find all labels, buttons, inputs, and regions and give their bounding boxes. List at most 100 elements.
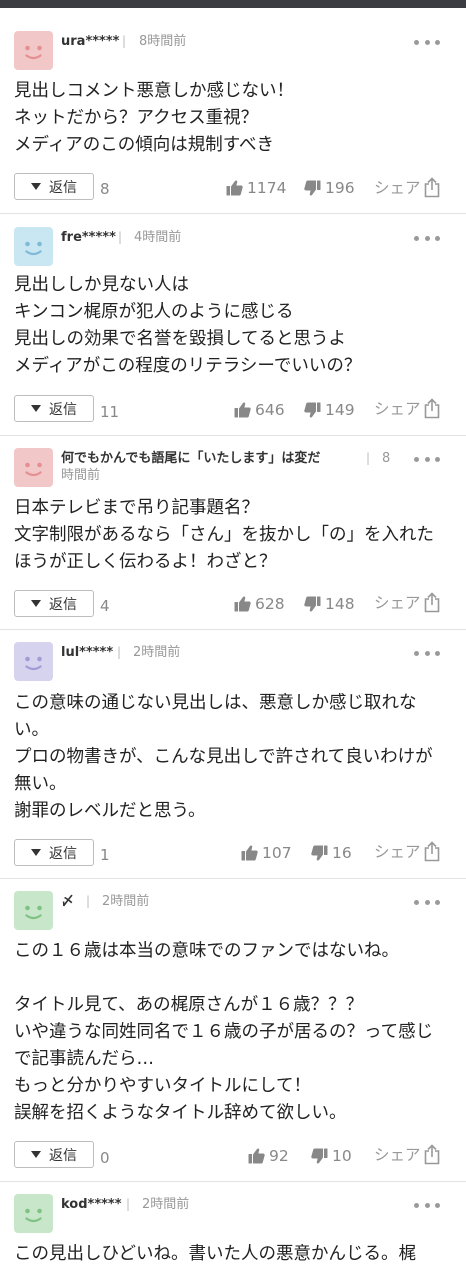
dislike-count: 16	[332, 844, 352, 862]
thumbs-up-icon	[241, 845, 258, 861]
share-label: シェア	[374, 593, 421, 612]
like-button[interactable]: 646	[234, 400, 285, 420]
more-options-icon[interactable]	[414, 896, 440, 908]
comment-time-part: 時間前	[61, 468, 101, 483]
comment-text: この意味の通じない見出しは、悪意しか感じ取れない。 プロの物書きが、こんな見出し…	[14, 693, 433, 821]
reply-count: 11	[100, 403, 120, 421]
thumbs-up-icon	[248, 1148, 265, 1164]
comment-item: fre***** | 4時間前 見出ししか見ない人は キンコン梶原が犯人のように…	[0, 214, 466, 436]
like-button[interactable]: 628	[234, 594, 285, 614]
share-icon	[424, 1144, 439, 1165]
comment-time: 4時間前	[134, 230, 182, 245]
share-label: シェア	[374, 178, 421, 197]
reply-button[interactable]: 返信	[14, 173, 94, 200]
reply-count: 1	[100, 846, 110, 864]
thumbs-down-icon	[304, 596, 321, 612]
separator: |	[117, 645, 122, 659]
comment-text: 見出しコメント悪意しか感じない！ ネットだから？アクセス重視？ メディアのこの傾…	[14, 81, 294, 155]
avatar[interactable]	[14, 642, 53, 681]
more-options-icon[interactable]	[414, 453, 440, 465]
share-button[interactable]: シェア	[374, 398, 441, 419]
avatar[interactable]	[14, 227, 53, 266]
dislike-button[interactable]: 148	[304, 594, 355, 614]
avatar[interactable]	[14, 1194, 53, 1233]
comment-username[interactable]: fre*****	[61, 229, 116, 246]
reply-button-label: 返信	[49, 845, 77, 862]
dot	[414, 899, 419, 905]
comment-username[interactable]: kod*****	[61, 1196, 122, 1213]
comment-username[interactable]: 何でもかんでも語尾に「いたします」は変だ	[61, 450, 320, 467]
reply-button[interactable]: 返信	[14, 839, 94, 866]
share-label: シェア	[374, 399, 421, 418]
dot	[424, 650, 430, 656]
share-button[interactable]: シェア	[374, 177, 441, 198]
comment-item: ura***** | 8時間前 見出しコメント悪意しか感じない！ ネットだから？…	[0, 18, 466, 214]
reply-button[interactable]: 返信	[14, 1141, 94, 1168]
reply-button[interactable]: 返信	[14, 590, 94, 617]
dot	[414, 39, 419, 45]
dot	[424, 899, 430, 905]
thumbs-down-icon	[304, 402, 321, 418]
like-button[interactable]: 1174	[226, 178, 286, 198]
avatar[interactable]	[14, 448, 53, 487]
reply-count: 8	[100, 180, 110, 198]
avatar[interactable]	[14, 31, 53, 70]
thumbs-up-icon	[234, 402, 251, 418]
more-options-icon[interactable]	[414, 36, 440, 48]
reply-button-label: 返信	[49, 1147, 77, 1164]
reply-button[interactable]: 返信	[14, 395, 94, 422]
separator: |	[122, 34, 127, 48]
like-button[interactable]: 92	[248, 1146, 289, 1166]
separator: |	[118, 230, 123, 244]
dot	[414, 235, 419, 241]
comment-text: この見出しひどいね。書いた人の悪意かんじる。梶	[14, 1244, 416, 1264]
avatar-face-icon	[25, 462, 42, 477]
dislike-button[interactable]: 149	[304, 400, 355, 420]
dislike-button[interactable]: 10	[311, 1146, 352, 1166]
comment-username[interactable]: ura*****	[61, 33, 119, 50]
dislike-button[interactable]: 196	[304, 178, 355, 198]
more-options-icon[interactable]	[414, 1199, 440, 1211]
share-icon	[424, 177, 439, 198]
like-count: 646	[255, 401, 285, 419]
like-count: 1174	[247, 179, 287, 197]
dislike-button[interactable]: 16	[311, 843, 352, 863]
separator: |	[126, 1197, 131, 1211]
dot	[424, 39, 430, 45]
comment-username[interactable]: lul*****	[61, 644, 113, 661]
comment-item: lul***** | 2時間前 この意味の通じない見出しは、悪意しか感じ取れない…	[0, 630, 466, 879]
separator: |	[86, 894, 91, 908]
dot	[435, 650, 440, 656]
avatar[interactable]	[14, 891, 53, 930]
dot	[414, 1202, 419, 1208]
more-options-icon[interactable]	[414, 232, 440, 244]
reply-count: 0	[100, 1149, 110, 1167]
dot	[435, 39, 440, 45]
reply-count: 4	[100, 597, 110, 615]
share-button[interactable]: シェア	[374, 592, 441, 613]
dislike-count: 10	[332, 1147, 352, 1165]
share-icon	[424, 841, 439, 862]
dot	[424, 235, 430, 241]
comment-text: 見出ししか見ない人は キンコン梶原が犯人のように感じる 見出しの効果で名誉を毀損…	[14, 275, 362, 376]
dot	[414, 456, 419, 462]
avatar-face-icon	[25, 905, 42, 920]
share-button[interactable]: シェア	[374, 1144, 441, 1165]
reply-button-label: 返信	[49, 596, 77, 613]
like-button[interactable]: 107	[241, 843, 292, 863]
share-button[interactable]: シェア	[374, 841, 441, 862]
avatar-face-icon	[25, 241, 42, 256]
share-icon	[424, 592, 439, 613]
share-icon	[424, 398, 439, 419]
thumbs-up-icon	[234, 596, 251, 612]
comment-time: 2時間前	[142, 1197, 190, 1212]
reply-button-label: 返信	[49, 401, 77, 418]
dot	[424, 1202, 430, 1208]
dot	[424, 456, 430, 462]
like-count: 107	[262, 844, 292, 862]
comment-username[interactable]: 〆	[61, 893, 74, 910]
comment-text: 日本テレビまで吊り記事題名？ 文字制限があるなら「さん」を抜かし「の」を入れたほ…	[14, 498, 434, 572]
thumbs-up-icon	[226, 180, 243, 196]
more-options-icon[interactable]	[414, 647, 440, 659]
comment-text: この１６歳は本当の意味でのファンではないね。 タイトル見て、あの梶原さんが１６歳…	[14, 941, 434, 1123]
